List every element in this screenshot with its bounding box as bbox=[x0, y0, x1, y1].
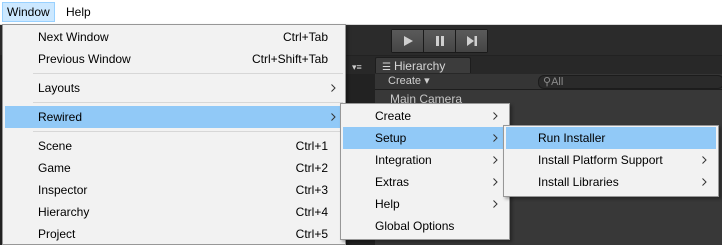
menu-item-shortcut: Ctrl+2 bbox=[295, 161, 328, 175]
search-input[interactable]: ⚲All bbox=[538, 75, 722, 89]
menu-item-inspector[interactable]: Inspector Ctrl+3 bbox=[5, 179, 343, 201]
menu-item-shortcut: Ctrl+Tab bbox=[282, 30, 328, 44]
menu-item-extras[interactable]: Extras bbox=[343, 171, 507, 193]
menu-item-create[interactable]: Create bbox=[343, 105, 507, 127]
menu-item-label: Create bbox=[375, 109, 412, 123]
menu-separator bbox=[33, 73, 343, 74]
menu-item-label: Project bbox=[38, 227, 76, 241]
window-menu: Next Window Ctrl+Tab Previous Window Ctr… bbox=[2, 24, 346, 245]
hierarchy-tab-label: Hierarchy bbox=[393, 59, 446, 73]
menu-item-install-platform-support[interactable]: Install Platform Support bbox=[506, 149, 716, 171]
menu-item-label: Run Installer bbox=[538, 131, 606, 145]
menubar-window[interactable]: Window bbox=[2, 2, 55, 22]
pause-icon bbox=[435, 36, 444, 46]
list-icon: ☰ bbox=[382, 62, 391, 73]
chevron-right-icon bbox=[700, 149, 708, 171]
menu-item-label: Previous Window bbox=[38, 52, 131, 66]
chevron-right-icon bbox=[329, 77, 337, 99]
rewired-submenu: Create Setup Integration Extras Help Glo… bbox=[340, 103, 510, 240]
chevron-right-icon bbox=[700, 171, 708, 193]
menu-item-label: Setup bbox=[375, 131, 407, 145]
menu-item-label: Extras bbox=[375, 175, 410, 189]
menu-separator bbox=[33, 131, 343, 132]
menu-separator bbox=[33, 102, 343, 103]
play-button[interactable] bbox=[392, 30, 424, 52]
menu-item-label: Hierarchy bbox=[38, 205, 90, 219]
menu-item-layouts[interactable]: Layouts bbox=[5, 77, 343, 99]
menu-item-shortcut: Ctrl+3 bbox=[295, 183, 328, 197]
menu-item-rewired[interactable]: Rewired bbox=[5, 106, 343, 128]
menu-item-previous-window[interactable]: Previous Window Ctrl+Shift+Tab bbox=[5, 48, 343, 70]
menu-item-label: Rewired bbox=[38, 110, 83, 124]
menu-item-project[interactable]: Project Ctrl+5 bbox=[5, 223, 343, 245]
setup-submenu: Run Installer Install Platform Support I… bbox=[503, 125, 719, 197]
create-label: Create bbox=[388, 75, 422, 87]
menu-item-setup[interactable]: Setup bbox=[343, 127, 507, 149]
menu-item-label: Scene bbox=[38, 139, 73, 153]
play-icon bbox=[403, 36, 413, 46]
menu-item-label: Integration bbox=[375, 153, 432, 167]
menu-item-run-installer[interactable]: Run Installer bbox=[506, 127, 716, 149]
chevron-right-icon bbox=[491, 105, 499, 127]
menu-item-next-window[interactable]: Next Window Ctrl+Tab bbox=[5, 26, 343, 48]
menu-item-game[interactable]: Game Ctrl+2 bbox=[5, 157, 343, 179]
step-icon bbox=[466, 36, 477, 46]
menu-item-shortcut: Ctrl+Shift+Tab bbox=[251, 52, 328, 66]
chevron-right-icon bbox=[491, 171, 499, 193]
menu-item-integration[interactable]: Integration bbox=[343, 149, 507, 171]
menu-item-label: Help bbox=[375, 197, 400, 211]
menu-item-shortcut: Ctrl+4 bbox=[295, 205, 328, 219]
menu-bar: Window Help bbox=[0, 0, 722, 25]
chevron-right-icon bbox=[491, 193, 499, 215]
create-dropdown[interactable]: Create ▾ bbox=[384, 75, 434, 88]
menu-item-label: Game bbox=[38, 161, 71, 175]
play-controls bbox=[391, 29, 488, 53]
chevron-right-icon bbox=[329, 106, 337, 128]
menu-item-install-libraries[interactable]: Install Libraries bbox=[506, 171, 716, 193]
menu-item-scene[interactable]: Scene Ctrl+1 bbox=[5, 135, 343, 157]
menu-item-label: Global Options bbox=[375, 219, 455, 233]
chevron-right-icon bbox=[491, 149, 499, 171]
menu-item-hierarchy[interactable]: Hierarchy Ctrl+4 bbox=[5, 201, 343, 223]
chevron-right-icon bbox=[491, 127, 499, 149]
panel-menu-icon[interactable]: ▾≡ bbox=[352, 62, 362, 73]
menu-item-shortcut: Ctrl+5 bbox=[295, 227, 328, 241]
pause-button[interactable] bbox=[424, 30, 456, 52]
menu-item-label: Install Libraries bbox=[538, 175, 619, 189]
search-icon: ⚲ bbox=[543, 76, 552, 88]
menu-item-label: Layouts bbox=[38, 81, 81, 95]
step-button[interactable] bbox=[456, 30, 487, 52]
menu-item-shortcut: Ctrl+1 bbox=[295, 139, 328, 153]
chevron-down-icon: ▾ bbox=[424, 75, 430, 87]
menubar-help[interactable]: Help bbox=[62, 3, 95, 21]
tab-hierarchy[interactable]: ☰ Hierarchy bbox=[375, 57, 471, 73]
menu-item-label: Next Window bbox=[38, 30, 109, 44]
menu-item-label: Inspector bbox=[38, 183, 88, 197]
menu-item-global-options[interactable]: Global Options bbox=[343, 215, 507, 237]
menu-item-label: Install Platform Support bbox=[538, 153, 663, 167]
menu-item-help[interactable]: Help bbox=[343, 193, 507, 215]
search-placeholder: All bbox=[551, 76, 564, 88]
